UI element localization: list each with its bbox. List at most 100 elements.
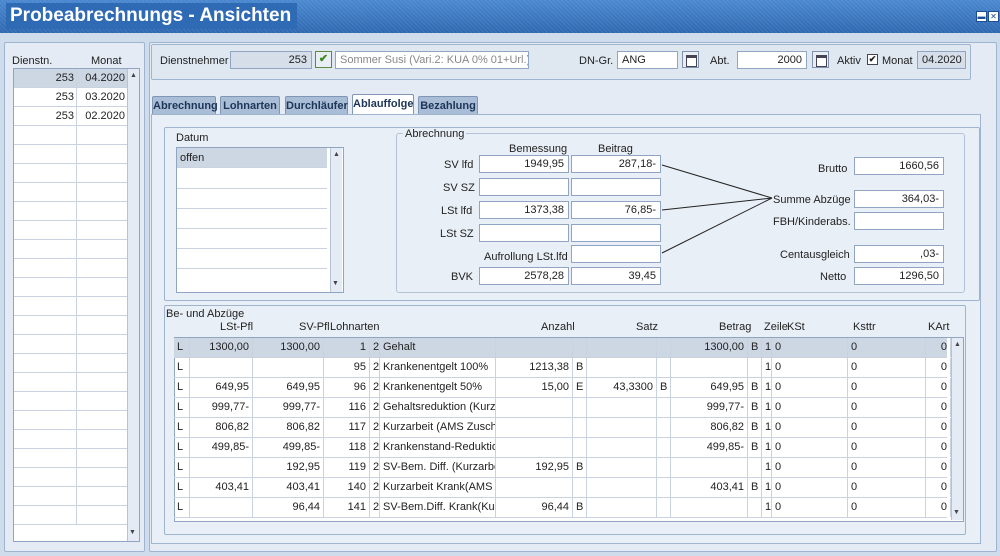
cell-kart: 0	[926, 498, 951, 517]
cell-ksttr: 0	[848, 378, 926, 397]
list-scrollbar[interactable]	[127, 69, 139, 541]
cell-name: Gehaltsreduktion (Kurz	[380, 398, 496, 417]
table-row[interactable]: L 403,41 403,41 140 2 Kurzarbeit Krank(AMS Z4…	[174, 478, 951, 498]
cell-nr: 1	[324, 338, 370, 357]
cell-nr: 141	[324, 498, 370, 517]
cell-kart: 0	[926, 338, 951, 357]
cell-satz	[587, 478, 657, 497]
table-row[interactable]: L 806,82 806,82 117 2 Kurzarbeit (AMS Zusch 80…	[174, 418, 951, 438]
cell-lst: 806,82	[190, 418, 253, 437]
tab-lohnarten[interactable]: Lohnarten	[220, 96, 280, 115]
cell-ksttr: 0	[848, 498, 926, 517]
aktiv-label: Aktiv	[837, 55, 861, 67]
list-item-empty	[14, 335, 128, 354]
cell-lst: 649,95	[190, 378, 253, 397]
cell-sf	[657, 458, 671, 477]
cell-bf: B	[748, 338, 762, 357]
centausgleich-label: Centausgleich	[780, 249, 850, 261]
cell-kst: 0	[772, 418, 848, 437]
table-row[interactable]: L 96,44 141 2 SV-Bem.Diff. Krank(Kur 96,44 B 1 0…	[174, 498, 951, 518]
cell-sf	[657, 438, 671, 457]
cell-zeile: 1	[762, 478, 772, 497]
cell-sf	[657, 418, 671, 437]
bvk-label: BVK	[451, 271, 474, 283]
cell-zeile: 1	[762, 418, 772, 437]
datum-list[interactable]: offen	[176, 147, 344, 293]
fbh-label: FBH/Kinderabs.	[773, 216, 851, 228]
cell-zeile: 1	[762, 438, 772, 457]
lst-sz-label: LSt SZ	[440, 228, 474, 240]
table-row[interactable]: L 192,95 119 2 SV-Bem. Diff. (Kurzarbe 192,95…	[174, 458, 951, 478]
cell-kst: 0	[772, 378, 848, 397]
cell-t: L	[174, 438, 190, 457]
datum-scroll-down-icon[interactable]	[330, 280, 341, 291]
dienstnehmer-label: Dienstnehmer	[160, 55, 229, 67]
list-item-empty	[14, 202, 128, 221]
netto-field: 1296,50	[854, 267, 944, 285]
cell-bf	[748, 358, 762, 377]
col-kart: KArt	[928, 321, 950, 333]
grid-scrollbar[interactable]	[951, 338, 963, 520]
confirm-check-icon[interactable]: ✔	[315, 51, 332, 68]
close-icon[interactable]: ✕	[988, 11, 999, 22]
list-item[interactable]: 253 02.2020	[14, 107, 128, 126]
cell-nr: 119	[324, 458, 370, 477]
table-row[interactable]: L 1300,00 1300,00 1 2 Gehalt 1300,00 B 1 0 0 0	[174, 338, 951, 358]
cell-satz	[587, 438, 657, 457]
list-item-empty	[14, 297, 128, 316]
datum-item[interactable]: offen	[177, 148, 327, 168]
tab-bezahlung[interactable]: Bezahlung	[418, 96, 478, 115]
scroll-down-icon[interactable]	[127, 529, 138, 540]
cell-sv: 1300,00	[253, 338, 324, 357]
dngr-lookup-icon[interactable]	[682, 51, 699, 68]
list-item[interactable]: 253 03.2020	[14, 88, 128, 107]
cell-nr: 95	[324, 358, 370, 377]
month-list[interactable]: 253 04.2020 253 03.2020 253 02.2020	[13, 68, 140, 542]
aktiv-checkbox[interactable]: ✔	[867, 54, 878, 65]
dngr-field[interactable]: ANG	[617, 51, 678, 69]
cell-anz: 96,44	[496, 498, 573, 517]
list-item-monat: 03.2020	[85, 91, 125, 103]
col-anzahl: Anzahl	[541, 321, 575, 333]
restore-icon[interactable]: ▬	[976, 11, 987, 22]
brutto-field: 1660,56	[854, 157, 944, 175]
tab-durchlaeufer[interactable]: Durchläufer	[285, 96, 348, 115]
cell-af: B	[573, 498, 587, 517]
monat-field: 04.2020	[917, 51, 966, 69]
cell-sv: 96,44	[253, 498, 324, 517]
list-item-empty	[14, 392, 128, 411]
dienstnehmer-nr-field[interactable]: 253	[230, 51, 312, 69]
abt-lookup-icon[interactable]	[812, 51, 829, 68]
datum-scrollbar[interactable]	[330, 148, 342, 292]
cell-satz	[587, 398, 657, 417]
cell-kart: 0	[926, 358, 951, 377]
abt-field[interactable]: 2000	[737, 51, 807, 69]
sv-lfd-label: SV lfd	[444, 159, 474, 171]
grid-scroll-down-icon[interactable]	[951, 509, 962, 520]
tab-ablauffolge[interactable]: Ablauffolge	[352, 94, 414, 115]
lst-sz-beitrag	[571, 224, 661, 242]
cell-af	[573, 478, 587, 497]
table-row[interactable]: L 649,95 649,95 96 2 Krankenentgelt 50% 15,00 E…	[174, 378, 951, 398]
cell-ksttr: 0	[848, 338, 926, 357]
list-item[interactable]: 253 04.2020	[14, 69, 128, 88]
cell-ksttr: 0	[848, 358, 926, 377]
cell-kst: 0	[772, 398, 848, 417]
tab-abrechnung[interactable]: Abrechnung	[152, 96, 218, 115]
cell-k: 2	[370, 498, 380, 517]
cell-af: E	[573, 378, 587, 397]
cell-bf: B	[748, 418, 762, 437]
cell-k: 2	[370, 438, 380, 457]
table-row[interactable]: L 999,77- 999,77- 116 2 Gehaltsreduktion (Kur…	[174, 398, 951, 418]
table-row[interactable]: L 95 2 Krankenentgelt 100% 1213,38 B 1 0 0 0	[174, 358, 951, 378]
lst-lfd-bemessung: 1373,38	[479, 201, 569, 219]
list-item-empty	[14, 278, 128, 297]
cell-sf	[657, 478, 671, 497]
table-row[interactable]: L 499,85- 499,85- 118 2 Krankenstand-Reduktio…	[174, 438, 951, 458]
dngr-label: DN-Gr.	[579, 55, 614, 67]
cell-nr: 117	[324, 418, 370, 437]
cell-betrag: 806,82	[671, 418, 748, 437]
cell-kart: 0	[926, 458, 951, 477]
cell-k: 2	[370, 418, 380, 437]
cell-lst: 999,77-	[190, 398, 253, 417]
